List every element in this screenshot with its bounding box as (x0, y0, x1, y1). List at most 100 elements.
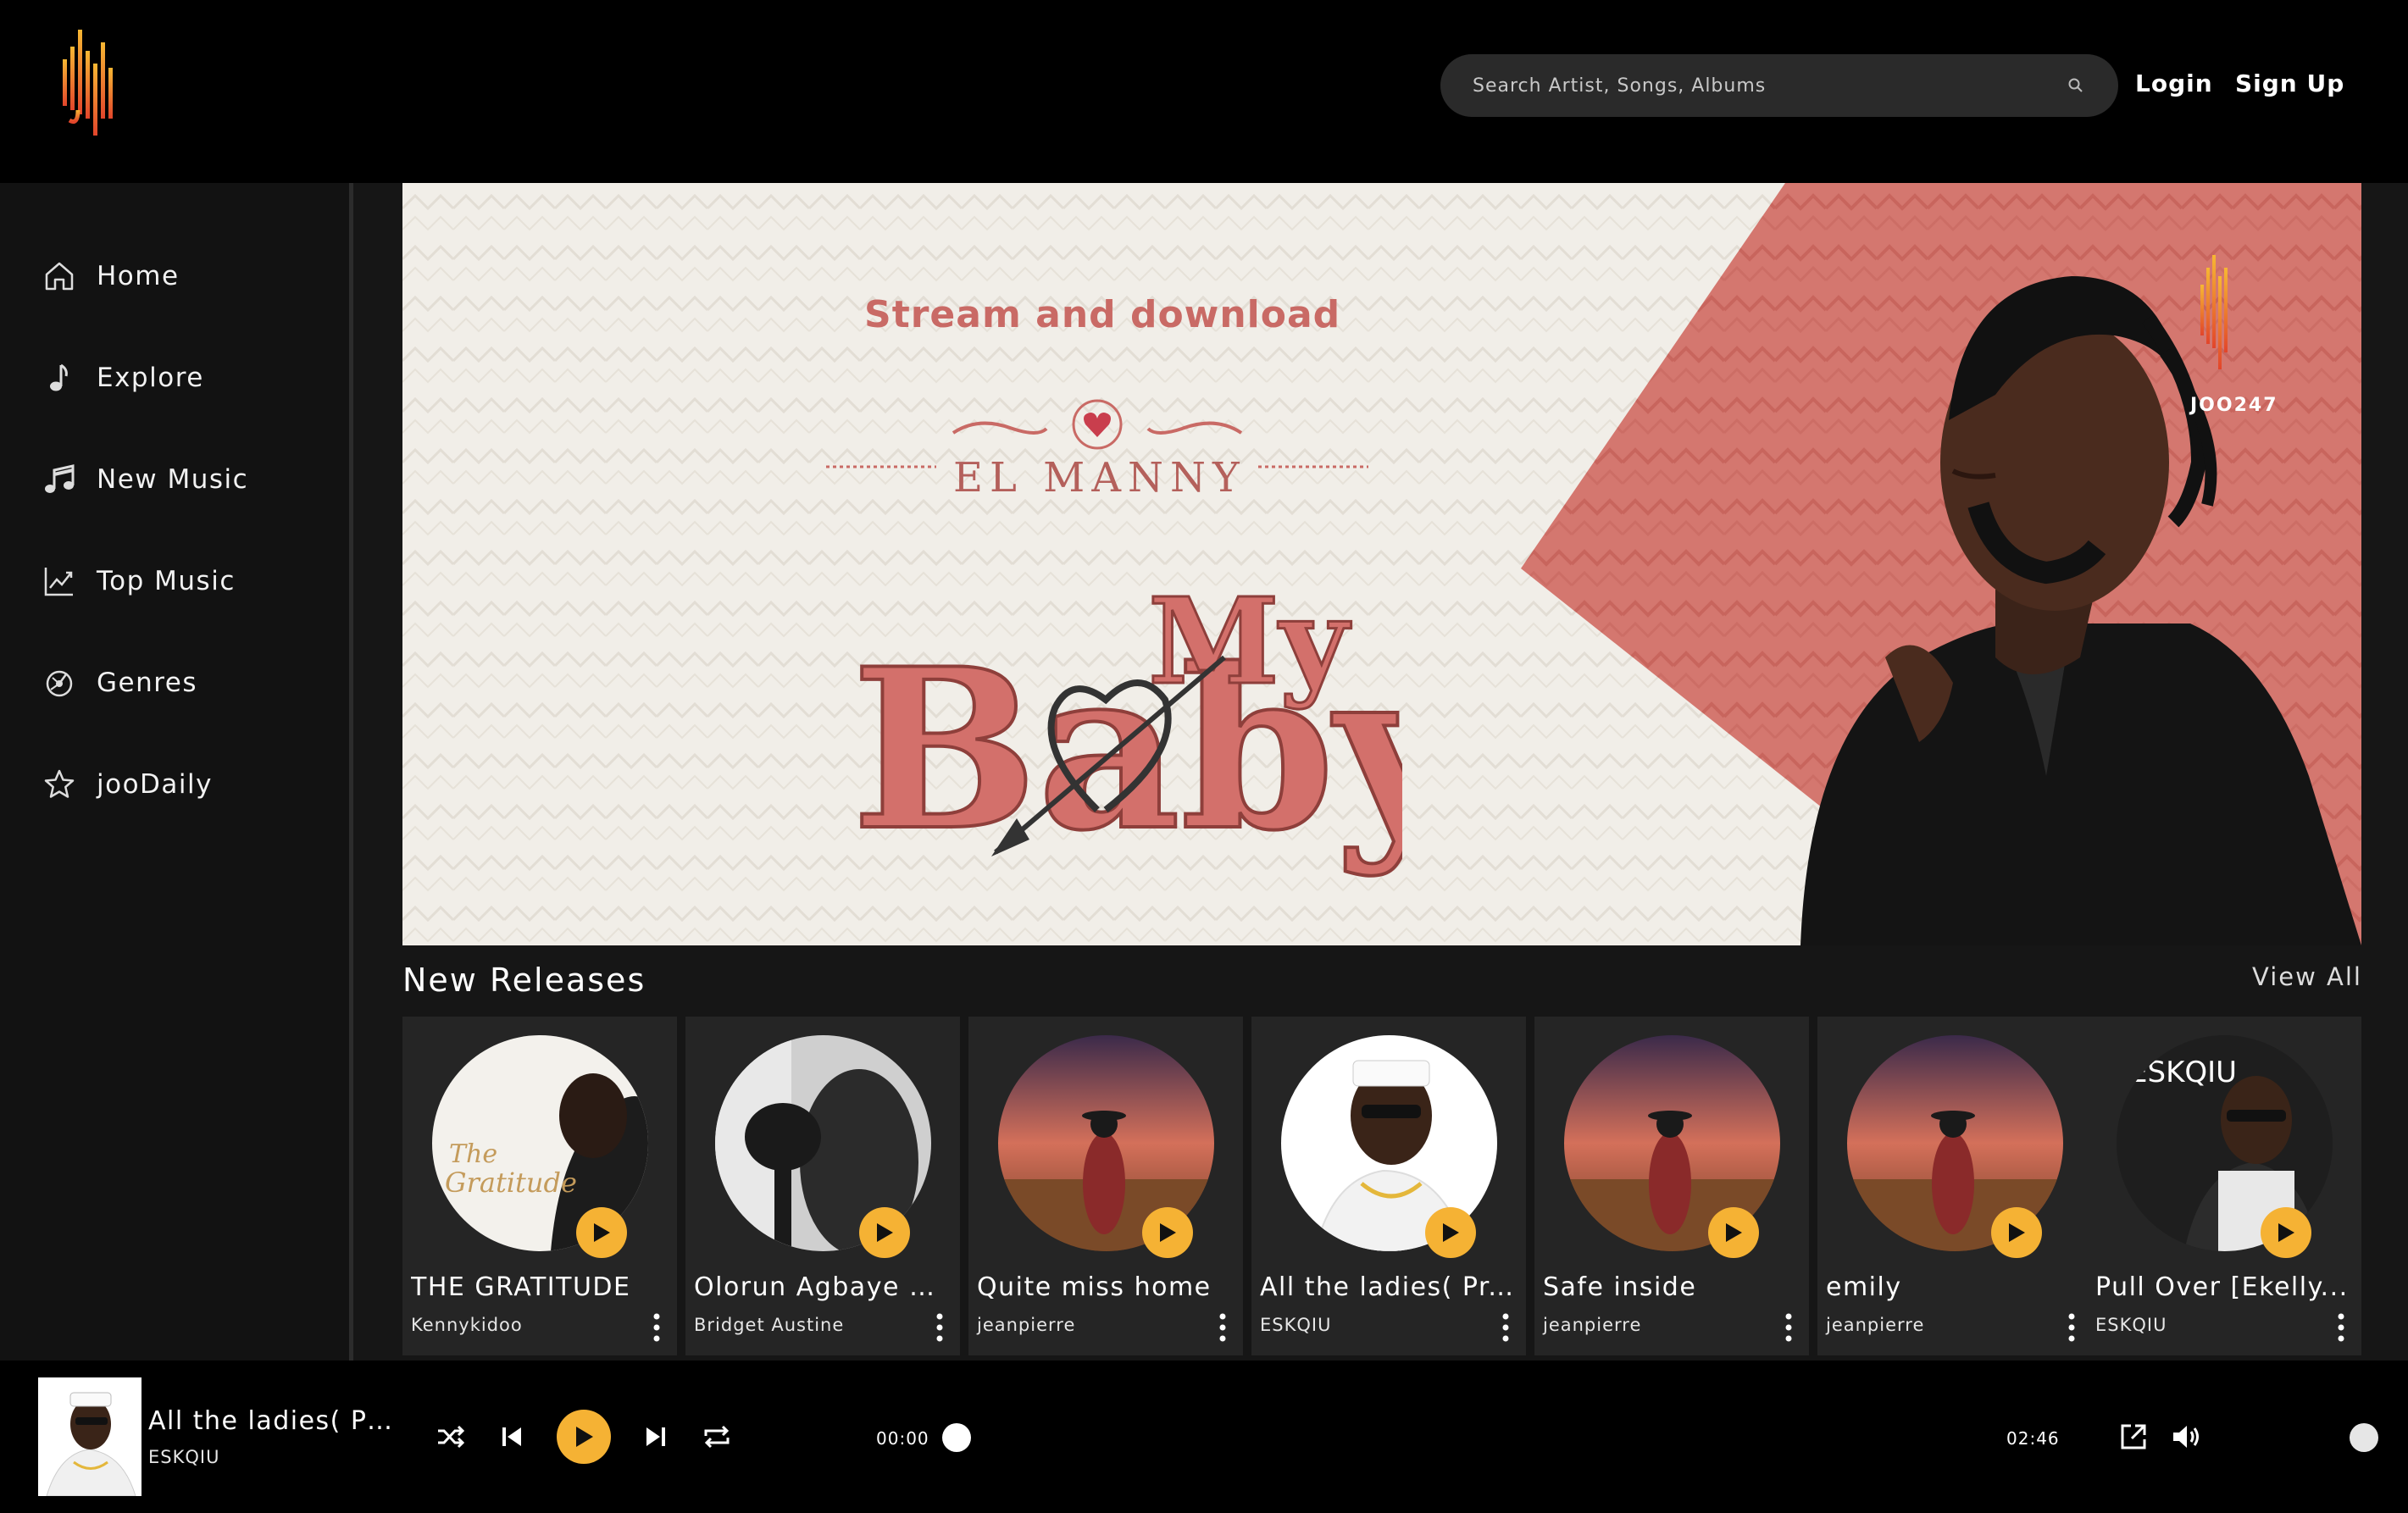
new-releases-title: New Releases (402, 962, 646, 999)
release-card[interactable]: emily jeanpierre (1817, 1017, 2092, 1355)
release-artist: jeanpierre (977, 1315, 1076, 1335)
app-logo[interactable] (59, 25, 119, 144)
external-link-icon (2121, 1424, 2146, 1449)
play-button[interactable] (1425, 1207, 1476, 1258)
release-artist: Bridget Austine (694, 1315, 845, 1335)
release-artist: Kennykidoo (411, 1315, 523, 1335)
play-pause-button[interactable] (557, 1410, 611, 1464)
skip-previous-icon (502, 1427, 521, 1446)
search-input[interactable] (1473, 54, 2049, 117)
open-external-button[interactable] (2115, 1418, 2152, 1455)
duration: 02:46 (2006, 1428, 2060, 1449)
star-icon (41, 766, 78, 803)
more-options-icon[interactable] (933, 1311, 946, 1344)
sidebar-item-label: New Music (97, 464, 249, 495)
volume-icon (2173, 1426, 2199, 1448)
search-bar[interactable] (1440, 54, 2118, 117)
banner-brand-text: JOO247 (2190, 395, 2278, 416)
release-card[interactable]: The Gratitude THE GRATITUDE Kennykidoo (402, 1017, 677, 1355)
banner-artist-name: EL MANNY (953, 454, 1246, 502)
new-releases-list: The Gratitude THE GRATITUDE Kennykidoo O… (402, 1017, 2361, 1355)
play-button[interactable] (1142, 1207, 1193, 1258)
music-player: All the ladies( Pr... ESKQIU 00:00 02:46 (0, 1361, 2408, 1513)
release-card[interactable]: All the ladies( Pr... ESKQIU (1251, 1017, 1526, 1355)
genres-icon (41, 664, 78, 701)
banner-brand-logo (2200, 255, 2228, 369)
sidebar-item-label: jooDaily (97, 769, 213, 800)
now-playing-artist: ESKQIU (148, 1447, 220, 1467)
sidebar-item-label: Genres (97, 668, 198, 698)
repeat-icon (704, 1425, 730, 1449)
skip-next-icon (646, 1427, 665, 1446)
signup-link[interactable]: Sign Up (2235, 69, 2344, 97)
release-card[interactable]: Quite miss home jeanpierre (968, 1017, 1243, 1355)
music-notes-icon (41, 461, 78, 498)
more-options-icon[interactable] (1216, 1311, 1229, 1344)
play-button[interactable] (859, 1207, 910, 1258)
sidebar-item-label: Top Music (97, 566, 236, 596)
play-icon (1726, 1223, 1742, 1242)
release-title: Quite miss home (977, 1272, 1212, 1302)
volume-slider-handle[interactable] (2350, 1423, 2378, 1452)
repeat-button[interactable] (698, 1418, 735, 1455)
play-button[interactable] (576, 1207, 627, 1258)
release-title: emily (1826, 1272, 1902, 1302)
home-icon (41, 258, 78, 295)
next-button[interactable] (637, 1418, 674, 1455)
progress-bar[interactable] (956, 1436, 1989, 1439)
release-card[interactable]: Olorun Agbaye C... Bridget Austine (685, 1017, 960, 1355)
sidebar-item-genres[interactable]: Genres (41, 657, 320, 708)
progress-handle[interactable] (942, 1423, 971, 1452)
shuffle-button[interactable] (432, 1418, 469, 1455)
current-time: 00:00 (876, 1428, 929, 1449)
release-artist: jeanpierre (1826, 1315, 1925, 1335)
release-title: Olorun Agbaye C... (694, 1272, 948, 1302)
release-artist: jeanpierre (1543, 1315, 1642, 1335)
sidebar-item-label: Home (97, 261, 180, 291)
shuffle-icon (438, 1425, 465, 1449)
play-icon (1160, 1223, 1176, 1242)
now-playing-cover (38, 1377, 141, 1496)
search-icon[interactable] (2067, 77, 2084, 94)
play-icon (877, 1223, 893, 1242)
sidebar-item-home[interactable]: Home (41, 251, 320, 302)
promo-banner[interactable]: Stream and download EL MANNY Baby My JOO… (402, 183, 2361, 945)
trending-chart-icon (41, 563, 78, 600)
banner-stream-text: Stream and download (864, 293, 1341, 336)
play-icon (2278, 1223, 2294, 1242)
release-artist: ESKQIU (1260, 1315, 1332, 1335)
more-options-icon[interactable] (650, 1311, 663, 1344)
more-options-icon[interactable] (2334, 1311, 2348, 1344)
release-artist: ESKQIU (2095, 1315, 2167, 1335)
sidebar-item-new-music[interactable]: New Music (41, 454, 320, 505)
release-card[interactable]: Safe inside jeanpierre (1534, 1017, 1809, 1355)
play-icon (594, 1223, 610, 1242)
view-all-link[interactable]: View All (2252, 962, 2362, 991)
play-icon (2009, 1223, 2025, 1242)
release-title: All the ladies( Pr... (1260, 1272, 1514, 1302)
more-options-icon[interactable] (1782, 1311, 1795, 1344)
sidebar-item-top-music[interactable]: Top Music (41, 556, 320, 607)
svg-text:Gratitude: Gratitude (445, 1167, 577, 1199)
svg-text:My: My (1148, 573, 1351, 712)
release-title: Safe inside (1543, 1272, 1697, 1302)
previous-button[interactable] (493, 1418, 530, 1455)
release-title: THE GRATITUDE (411, 1272, 631, 1302)
top-header: Login Sign Up (0, 0, 2408, 183)
more-options-icon[interactable] (1499, 1311, 1512, 1344)
now-playing-title: All the ladies( Pr... (148, 1406, 394, 1436)
artist-photo (1800, 276, 2361, 945)
banner-song-title: Baby My (850, 573, 1402, 881)
play-icon (576, 1427, 593, 1447)
volume-button[interactable] (2167, 1418, 2205, 1455)
play-button[interactable] (1991, 1207, 2042, 1258)
play-button[interactable] (1708, 1207, 1759, 1258)
music-note-icon (41, 359, 78, 396)
sidebar-item-explore[interactable]: Explore (41, 352, 320, 403)
release-card[interactable]: ESKQIU Pull Over [Ekelly... ESKQIU (2087, 1017, 2361, 1355)
more-options-icon[interactable] (2065, 1311, 2078, 1344)
play-button[interactable] (2261, 1207, 2311, 1258)
sidebar-item-joodaily[interactable]: jooDaily (41, 759, 320, 810)
sidebar-item-label: Explore (97, 363, 204, 393)
login-link[interactable]: Login (2135, 69, 2213, 97)
